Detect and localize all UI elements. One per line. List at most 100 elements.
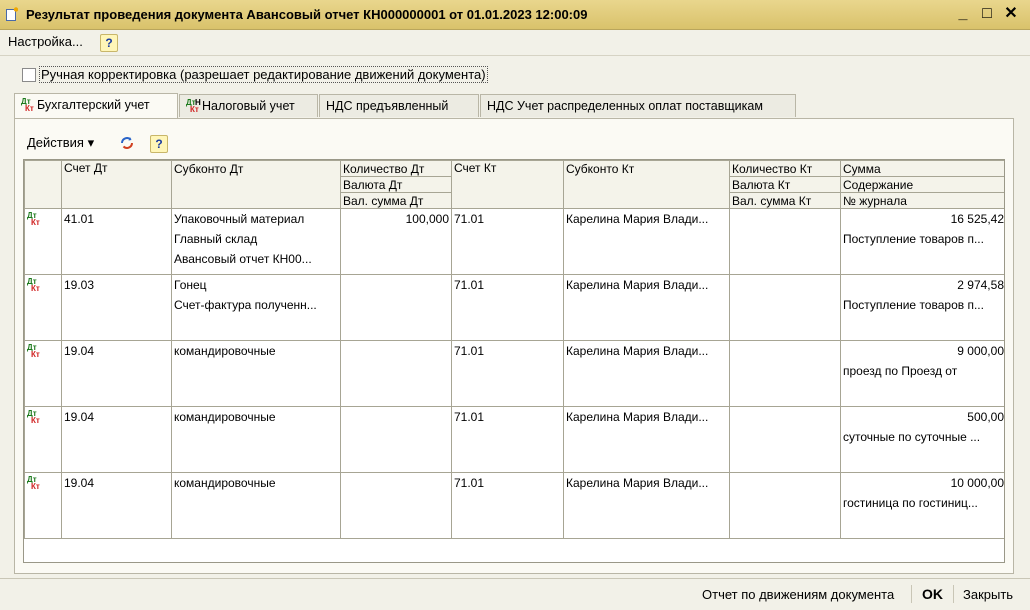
cell-debit-account: 19.04 [61, 340, 172, 407]
divider [911, 585, 912, 603]
header-blank [563, 192, 730, 209]
window-title: Результат проведения документа Авансовый… [26, 7, 588, 22]
divider [0, 55, 1030, 56]
header-credit-currency-sum[interactable]: Вал. сумма Кт [729, 192, 841, 209]
manual-edit-label[interactable]: Ручная корректировка (разрешает редактир… [39, 66, 488, 83]
cell-credit-account: 71.01 [451, 340, 564, 407]
dt-kt-icon: Дт Кт [27, 475, 40, 491]
row-icon-cell: Дт Кт [24, 472, 62, 539]
table-row[interactable]: Дт Кт 19.04 командировочные 71.01 Карелин… [24, 472, 1004, 539]
title-bar: Результат проведения документа Авансовый… [0, 0, 1030, 30]
cell-debit-subconto: командировочные [171, 340, 341, 407]
cell-debit-account: 41.01 [61, 208, 172, 275]
dt-kt-icon: Дт Кт [27, 211, 40, 227]
dt-kt-icon: Дт Кт [27, 343, 40, 359]
table-row[interactable]: Дт Кт 41.01 Упаковочный материал Главный с… [24, 208, 1004, 275]
cell-credit-account: 71.01 [451, 208, 564, 275]
tab-panel: Действия ▾ ? Счет Дт Субконто Дт Количес… [14, 118, 1014, 574]
cell-credit-subconto: Карелина Мария Влади... [563, 472, 730, 539]
header-blank [563, 176, 730, 193]
tab-label: НДС Учет распределенных оплат поставщика… [487, 99, 763, 113]
tab-label: Налоговый учет [202, 99, 295, 113]
movements-grid[interactable]: Счет Дт Субконто Дт Количество Дт Счет К… [23, 159, 1005, 563]
empty-row [24, 538, 1004, 562]
cell-credit-account: 71.01 [451, 472, 564, 539]
cell-credit-qty [729, 274, 841, 341]
cell-amount: 10 000,00 гостиница по гостиниц... [840, 472, 1004, 539]
cell-credit-account: 71.01 [451, 406, 564, 473]
settings-menu[interactable]: Настройка... [8, 34, 83, 49]
cell-debit-subconto: Гонец Счет-фактура полученн... [171, 274, 341, 341]
cell-credit-subconto: Карелина Мария Влади... [563, 340, 730, 407]
row-icon-cell: Дт Кт [24, 208, 62, 275]
cell-debit-qty [340, 274, 452, 341]
movement-report-button[interactable]: Отчет по движениям документа [702, 587, 894, 602]
ok-button[interactable]: OK [922, 586, 943, 602]
header-content[interactable]: Содержание [840, 176, 1004, 193]
header-amount[interactable]: Сумма [840, 160, 1004, 177]
cell-credit-qty [729, 208, 841, 275]
help-button[interactable]: ? [150, 135, 168, 153]
cell-debit-account: 19.04 [61, 472, 172, 539]
chevron-down-icon: ▾ [87, 135, 95, 150]
close-window-button[interactable]: ✕ [1001, 3, 1021, 25]
header-debit-subconto[interactable]: Субконто Дт [171, 160, 341, 177]
cell-amount: 9 000,00 проезд по Проезд от [840, 340, 1004, 407]
header-debit-currency[interactable]: Валюта Дт [340, 176, 452, 193]
header-debit-currency-sum[interactable]: Вал. сумма Дт [340, 192, 452, 209]
tab-accounting[interactable]: Дт Кт Бухгалтерский учет [14, 93, 178, 118]
cell-debit-subconto: командировочные [171, 406, 341, 473]
maximize-button[interactable]: □ [977, 3, 997, 25]
dt-kt-tax-icon: Дт Н Кт [186, 97, 201, 114]
document-icon [6, 7, 18, 21]
cell-credit-subconto: Карелина Мария Влади... [563, 208, 730, 275]
header-journal[interactable]: № журнала [840, 192, 1004, 209]
header-credit-currency[interactable]: Валюта Кт [729, 176, 841, 193]
actions-menu[interactable]: Действия ▾ [27, 135, 94, 151]
divider [953, 585, 954, 603]
movements-table: Счет Дт Субконто Дт Количество Дт Счет К… [24, 160, 1004, 562]
manual-edit-checkbox[interactable] [22, 68, 36, 82]
cell-credit-qty [729, 472, 841, 539]
cell-debit-qty [340, 340, 452, 407]
table-row[interactable]: Дт Кт 19.04 командировочные 71.01 Карелин… [24, 340, 1004, 407]
cell-debit-subconto: Упаковочный материал Главный склад Авансов… [171, 208, 341, 275]
header-icon-col [24, 160, 62, 209]
row-icon-cell: Дт Кт [24, 274, 62, 341]
cell-debit-qty [340, 472, 452, 539]
header-debit-account[interactable]: Счет Дт [61, 160, 172, 209]
menu-bar: Настройка... ? [0, 30, 1030, 54]
refresh-icon[interactable] [119, 135, 135, 151]
cell-amount: 2 974,58 Поступление товаров п... [840, 274, 1004, 341]
cell-debit-qty: 100,000 [340, 208, 452, 275]
header-credit-qty[interactable]: Количество Кт [729, 160, 841, 177]
table-row[interactable]: Дт Кт 19.03 Гонец Счет-фактура полученн...… [24, 274, 1004, 341]
cell-amount: 500,00 суточные по суточные ... [840, 406, 1004, 473]
bottom-bar: Отчет по движениям документа OK Закрыть [0, 578, 1030, 610]
cell-credit-account: 71.01 [451, 274, 564, 341]
header-blank [171, 192, 341, 209]
tab-tax-accounting[interactable]: Дт Н Кт Налоговый учет [179, 94, 318, 117]
header-credit-account[interactable]: Счет Кт [451, 160, 564, 209]
table-row[interactable]: Дт Кт 19.04 командировочные 71.01 Карелин… [24, 406, 1004, 473]
tab-label: НДС предъявленный [326, 99, 449, 113]
header-credit-subconto[interactable]: Субконто Кт [563, 160, 730, 177]
row-icon-cell: Дт Кт [24, 340, 62, 407]
cell-credit-qty [729, 340, 841, 407]
tab-label: Бухгалтерский учет [37, 98, 150, 112]
dt-kt-icon: Дт Кт [27, 277, 40, 293]
cell-credit-qty [729, 406, 841, 473]
cell-debit-account: 19.04 [61, 406, 172, 473]
cell-debit-qty [340, 406, 452, 473]
row-icon-cell: Дт Кт [24, 406, 62, 473]
header-debit-qty[interactable]: Количество Дт [340, 160, 452, 177]
tab-vat-distributed-payments[interactable]: НДС Учет распределенных оплат поставщика… [480, 94, 796, 117]
dt-kt-icon: Дт Кт [27, 409, 40, 425]
dt-kt-icon: Дт Кт [21, 96, 34, 113]
minimize-button[interactable]: _ [953, 3, 973, 25]
cell-credit-subconto: Карелина Мария Влади... [563, 406, 730, 473]
tab-vat-presented[interactable]: НДС предъявленный [319, 94, 479, 117]
header-blank [171, 176, 341, 193]
close-button[interactable]: Закрыть [963, 587, 1013, 602]
help-button[interactable]: ? [100, 34, 118, 52]
